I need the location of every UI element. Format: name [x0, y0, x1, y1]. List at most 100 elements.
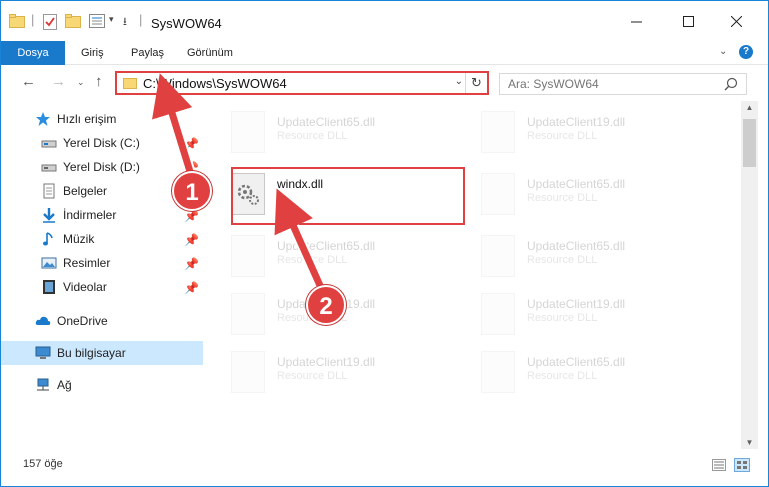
sidebar-item-label: OneDrive — [57, 314, 108, 328]
expand-ribbon-icon[interactable]: ⌄ — [719, 46, 727, 57]
search-box[interactable] — [499, 73, 747, 95]
document-icon — [43, 183, 55, 199]
item-count: 157 öğe — [23, 458, 63, 470]
file-item[interactable]: UpdateClient65.dll Resource DLL — [207, 105, 447, 159]
dll-file-icon — [481, 111, 515, 153]
minimize-button[interactable] — [613, 1, 659, 41]
sidebar-item-local-disk-c[interactable]: Yerel Disk (C:) 📌 — [1, 131, 203, 155]
sidebar-item-local-disk-d[interactable]: Yerel Disk (D:) 📌 — [1, 155, 203, 179]
search-input[interactable] — [500, 74, 710, 94]
file-item[interactable]: UpdateClient65.dll Resource DLL — [207, 229, 447, 283]
sidebar-item-label: Hızlı erişim — [57, 112, 117, 126]
file-name: UpdateClient65.dll — [527, 355, 626, 369]
scroll-thumb[interactable] — [743, 119, 756, 167]
sidebar-item-videos[interactable]: Videolar 📌 — [1, 275, 203, 299]
download-icon — [43, 208, 55, 223]
scroll-up-icon[interactable]: ▲ — [741, 103, 758, 112]
pin-icon[interactable]: 📌 — [184, 137, 199, 151]
file-item[interactable]: UpdateClient19.dll Resource DLL — [457, 105, 697, 159]
dll-file-icon — [231, 293, 265, 335]
details-view-icon[interactable] — [712, 459, 726, 471]
sidebar-item-pictures[interactable]: Resimler 📌 — [1, 251, 203, 275]
navigation-bar: ← → ⌄ ↑ C:\Windows\SysWOW64 ⌄ ↻ — [1, 65, 768, 101]
sidebar-item-label: Müzik — [63, 232, 95, 246]
address-path[interactable]: C:\Windows\SysWOW64 — [143, 76, 287, 91]
sidebar-item-label: Yerel Disk (D:) — [63, 160, 140, 174]
file-item[interactable]: UpdateClient19.dll Resource DLL — [207, 345, 447, 399]
minimize-icon — [630, 21, 642, 22]
sidebar-item-music[interactable]: Müzik 📌 — [1, 227, 203, 251]
sidebar-item-label: İndirmeler — [63, 208, 117, 222]
tab-view[interactable]: Görünüm — [187, 41, 233, 65]
scroll-down-icon[interactable]: ▼ — [741, 438, 758, 447]
tab-file[interactable]: Dosya — [1, 41, 65, 65]
file-name: UpdateClient19.dll — [527, 297, 626, 311]
file-type: Resource DLL — [527, 130, 598, 142]
status-bar: 157 öğe — [1, 451, 768, 486]
sidebar-item-quick-access[interactable]: Hızlı erişim — [1, 107, 203, 131]
folder-icon — [123, 77, 137, 89]
sidebar-item-downloads[interactable]: İndirmeler 📌 — [1, 203, 203, 227]
dll-file-icon — [481, 293, 515, 335]
file-type: Resource DLL — [527, 370, 598, 382]
up-icon[interactable]: ↑ — [95, 73, 103, 90]
address-bar[interactable]: C:\Windows\SysWOW64 ⌄ ↻ — [115, 71, 489, 95]
pin-icon[interactable]: 📌 — [184, 257, 199, 271]
maximize-icon — [682, 15, 694, 27]
sidebar-item-network[interactable]: Ağ — [1, 373, 203, 397]
sidebar-item-this-pc[interactable]: Bu bilgisayar — [1, 341, 203, 365]
search-icon[interactable] — [724, 77, 738, 91]
view-options-icon[interactable] — [89, 14, 105, 28]
forward-icon[interactable]: → — [51, 73, 66, 90]
drive-icon — [41, 164, 57, 172]
help-icon[interactable]: ? — [739, 45, 753, 59]
back-icon[interactable]: ← — [21, 73, 36, 90]
step-1-badge: 1 — [172, 171, 212, 211]
file-type: Resource DLL — [527, 312, 598, 324]
file-item[interactable]: UpdateClient19.dll Resource DLL — [457, 287, 697, 341]
properties-icon[interactable] — [43, 14, 57, 30]
file-item[interactable]: UpdateClient65.dll Resource DLL — [457, 167, 697, 221]
file-type: Resource DLL — [277, 254, 348, 266]
file-list: UpdateClient65.dll Resource DLL UpdateCl… — [207, 101, 741, 449]
star-icon — [36, 112, 50, 126]
file-name: UpdateClient65.dll — [527, 239, 626, 253]
dll-file-icon — [481, 351, 515, 393]
file-name: UpdateClient19.dll — [527, 115, 626, 129]
new-folder-icon[interactable] — [65, 14, 81, 28]
tab-share[interactable]: Paylaş — [131, 41, 164, 65]
navigation-pane: Hızlı erişim Yerel Disk (C:) 📌 Yerel Dis… — [1, 101, 207, 449]
file-name: UpdateClient19.dll — [277, 355, 376, 369]
dll-file-icon — [481, 235, 515, 277]
sidebar-item-label: Yerel Disk (C:) — [63, 136, 140, 150]
file-name: UpdateClient65.dll — [277, 115, 376, 129]
file-name: UpdateClient65.dll — [277, 239, 376, 253]
sidebar-item-label: Bu bilgisayar — [57, 346, 126, 360]
file-item[interactable]: UpdateClient65.dll Resource DLL — [457, 229, 697, 283]
vertical-scrollbar[interactable]: ▲ ▼ — [741, 101, 758, 449]
dll-file-icon — [231, 235, 265, 277]
tiles-view-icon[interactable] — [734, 458, 750, 472]
pin-icon[interactable]: 📌 — [184, 281, 199, 295]
maximize-button[interactable] — [665, 1, 711, 41]
drive-icon — [41, 140, 57, 148]
explorer-window: | ▾ ⭳ | SysWOW64 Dosya Giriş Paylaş Görü… — [0, 0, 769, 487]
dll-file-icon — [231, 351, 265, 393]
refresh-icon[interactable]: ↻ — [465, 73, 487, 93]
pin-icon[interactable]: 📌 — [184, 233, 199, 247]
folder-icon — [9, 14, 25, 28]
file-item[interactable]: UpdateClient65.dll Resource DLL — [457, 345, 697, 399]
customize-toolbar-icon[interactable]: ▾ — [109, 14, 114, 25]
video-icon — [43, 280, 55, 294]
divider: | — [31, 12, 35, 27]
quick-access-dropdown-icon[interactable]: ⭳ — [123, 13, 127, 32]
chevron-down-icon[interactable]: ⌄ — [455, 76, 463, 87]
close-button[interactable] — [713, 1, 759, 41]
sidebar-item-label: Videolar — [63, 280, 107, 294]
recent-locations-icon[interactable]: ⌄ — [77, 77, 85, 88]
sidebar-item-label: Belgeler — [63, 184, 108, 198]
pin-icon[interactable]: 📌 — [184, 209, 199, 223]
tab-home[interactable]: Giriş — [81, 41, 104, 65]
sidebar-item-onedrive[interactable]: OneDrive — [1, 309, 203, 333]
divider: | — [139, 12, 143, 27]
